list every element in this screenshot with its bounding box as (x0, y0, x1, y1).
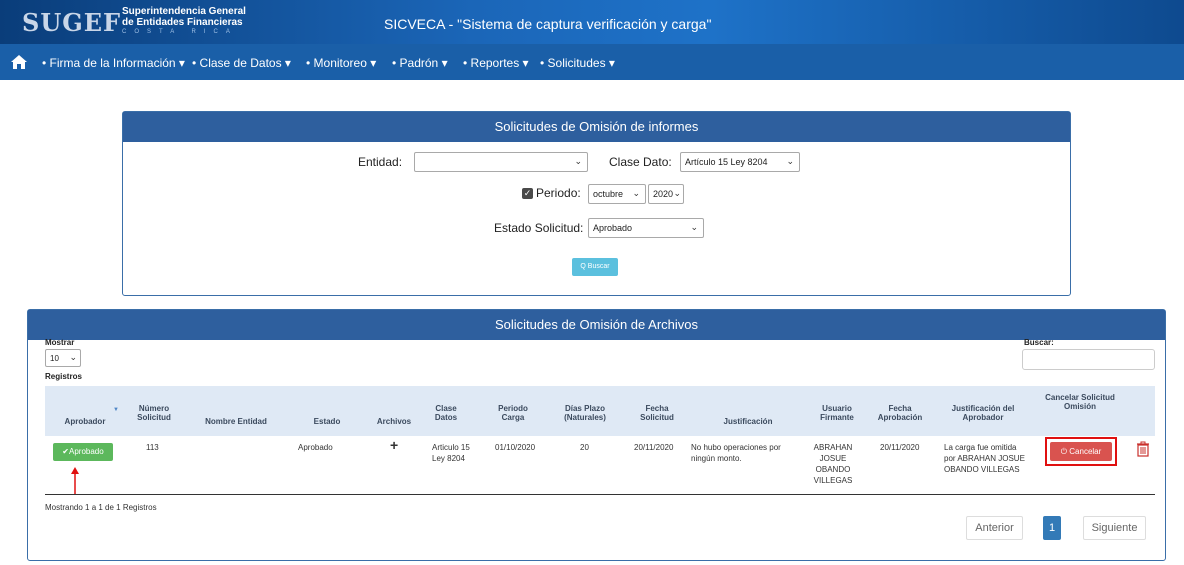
cell-dias: 20 (580, 443, 589, 452)
chevron-down-icon: ⌄ (786, 156, 794, 166)
prev-page-button[interactable]: Anterior (966, 516, 1023, 540)
periodo-checkbox[interactable]: ✓ (522, 188, 533, 199)
buscar-table-label: Buscar: (1024, 338, 1054, 347)
nav-padron[interactable]: • Padrón ▾ (392, 56, 448, 70)
main-nav: • Firma de la Información ▾ • Clase de D… (0, 44, 1184, 80)
table-search-input[interactable] (1022, 349, 1155, 370)
col-cancelar: Cancelar Solicitud Omisión (1045, 393, 1115, 411)
home-icon[interactable] (10, 54, 28, 70)
cell-just-aprobador: La carga fue omitida por ABRAHAN JOSUE O… (944, 443, 1025, 474)
col-fecha-solicitud[interactable]: Fecha Solicitud (632, 404, 682, 422)
cell-estado: Aprobado (298, 443, 333, 452)
registros-label: Registros (45, 372, 82, 381)
mes-select[interactable]: octubre ⌄ (588, 184, 646, 204)
nav-reportes[interactable]: • Reportes ▾ (463, 56, 529, 70)
col-estado[interactable]: Estado (290, 417, 364, 426)
chevron-down-icon: ⌄ (673, 188, 681, 198)
cell-fecha-solicitud: 20/11/2020 (634, 443, 674, 452)
anio-select[interactable]: 2020 ⌄ (648, 184, 684, 204)
periodo-label: Periodo: (536, 186, 581, 200)
cell-usuario: ABRAHAN JOSUE OBANDO VILLEGAS (813, 443, 853, 485)
col-dias-plazo[interactable]: Días Plazo (Naturales) (548, 404, 622, 422)
estado-label: Estado Solicitud: (494, 221, 584, 235)
expand-archivos-icon[interactable]: + (390, 438, 398, 452)
col-nombre-entidad[interactable]: Nombre Entidad (186, 417, 286, 426)
cell-clase: Articulo 15 Ley 8204 (432, 443, 470, 463)
nav-clase-datos[interactable]: • Clase de Datos ▾ (192, 56, 291, 70)
cancel-highlight: ⏻ Cancelar (1045, 437, 1117, 466)
sort-desc-icon: ▼ (113, 407, 119, 413)
buscar-button[interactable]: Q Buscar (572, 258, 618, 276)
next-page-button[interactable]: Siguiente (1083, 516, 1146, 540)
arrow-up-icon (71, 467, 79, 495)
archivos-panel-title: Solicitudes de Omisión de Archivos (28, 310, 1165, 340)
col-periodo[interactable]: Periodo Carga (488, 404, 538, 422)
chevron-down-icon: ⌄ (690, 222, 698, 232)
cell-numero: 113 (146, 443, 159, 452)
table-info: Mostrando 1 a 1 de 1 Registros (45, 503, 157, 512)
nav-firma[interactable]: • Firma de la Información ▾ (42, 56, 185, 70)
col-clase-datos[interactable]: Clase Datos (424, 404, 468, 422)
mostrar-label: Mostrar (45, 338, 75, 347)
cell-justificacion: No hubo operaciones por ningún monto. (691, 443, 781, 463)
aprobado-button[interactable]: ✔Aprobado (53, 443, 113, 461)
trash-icon[interactable] (1136, 441, 1150, 457)
cell-periodo: 01/10/2020 (495, 443, 536, 452)
logo-line-3: COSTA RICA (122, 29, 238, 35)
page-size-select[interactable]: 10 ⌄ (45, 349, 81, 367)
col-justificacion[interactable]: Justificación (688, 417, 808, 426)
clase-dato-label: Clase Dato: (609, 155, 672, 169)
app-header: SUGEF Superintendencia General de Entida… (0, 0, 1184, 44)
entidad-select[interactable]: ⌄ (414, 152, 588, 172)
cell-fecha-aprobacion: 20/11/2020 (880, 443, 920, 452)
chevron-down-icon: ⌄ (632, 188, 640, 198)
cancelar-button[interactable]: ⏻ Cancelar (1050, 442, 1112, 461)
app-title: SICVECA - "Sistema de captura verificaci… (384, 16, 712, 32)
col-usuario[interactable]: Usuario Firmante (812, 404, 862, 422)
logo-line-1: Superintendencia General (122, 6, 246, 17)
chevron-down-icon: ⌄ (69, 352, 77, 362)
table-bottom-border (45, 494, 1155, 495)
col-archivos[interactable]: Archivos (368, 417, 420, 426)
estado-select[interactable]: Aprobado ⌄ (588, 218, 704, 238)
nav-monitoreo[interactable]: • Monitoreo ▾ (306, 56, 376, 70)
logo-line-2: de Entidades Financieras (122, 17, 243, 28)
nav-solicitudes[interactable]: • Solicitudes ▾ (540, 56, 615, 70)
col-numero[interactable]: Número Solicitud (126, 404, 182, 422)
filter-panel-title: Solicitudes de Omisión de informes (123, 112, 1070, 142)
power-icon: ⏻ (1060, 447, 1070, 456)
logo-mark: SUGEF (22, 8, 122, 37)
col-fecha-aprobacion[interactable]: Fecha Aprobación (868, 404, 932, 422)
clase-dato-select[interactable]: Artículo 15 Ley 8204 ⌄ (680, 152, 800, 172)
sugef-logo: SUGEF Superintendencia General de Entida… (22, 4, 246, 40)
page-1-button[interactable]: 1 (1043, 516, 1061, 540)
entidad-label: Entidad: (358, 155, 403, 169)
col-just-aprobador[interactable]: Justificación del Aprobador (938, 404, 1028, 422)
col-aprobador[interactable]: Aprobador (50, 417, 120, 426)
chevron-down-icon: ⌄ (574, 156, 582, 166)
